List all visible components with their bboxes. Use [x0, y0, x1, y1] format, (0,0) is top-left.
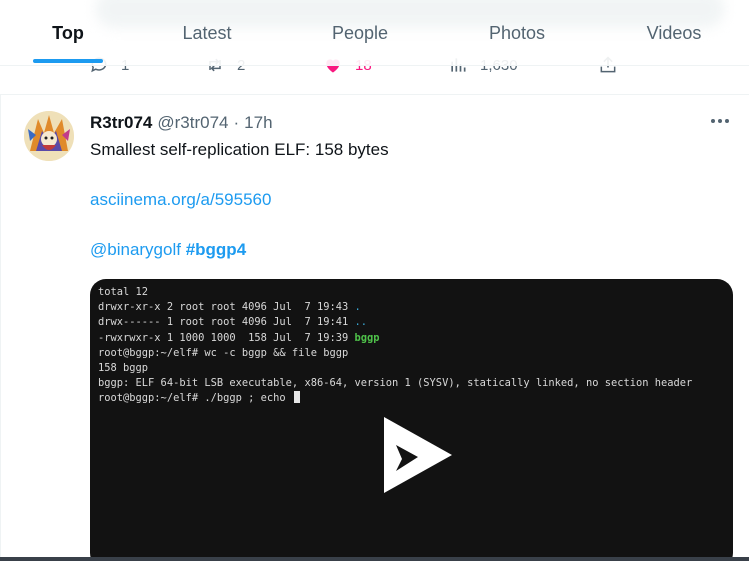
tweet-header: R3tr074 @r3tr074 · 17h	[90, 113, 273, 133]
avatar-image	[24, 111, 74, 161]
terminal-line: bggp: ELF 64-bit LSB executable, x86-64,…	[98, 377, 693, 390]
terminal-cursor	[293, 391, 300, 404]
tweet[interactable]: R3tr074 @r3tr074 · 17h Smallest self-rep…	[0, 95, 749, 561]
terminal-line: root@bggp:~/elf# ./bggp ; echo	[98, 392, 292, 405]
terminal-line: total 12	[98, 286, 149, 298]
terminal-line: drwxr-xr-x 2 root root 4096 Jul 7 19:43	[98, 301, 355, 314]
bottom-edge-bar	[0, 557, 749, 561]
more-dot	[725, 119, 729, 123]
terminal-dir-dotdot: ..	[354, 316, 367, 329]
terminal-line: -rwxrwxr-x 1 1000 1000 158 Jul 7 19:39	[98, 331, 355, 344]
tab-photos[interactable]: Photos	[467, 0, 567, 66]
asciinema-play-icon[interactable]	[382, 415, 454, 495]
tab-latest[interactable]: Latest	[158, 0, 256, 66]
terminal-line: root@bggp:~/elf# wc -c bggp && file bggp	[98, 346, 349, 359]
active-tab-indicator	[33, 59, 103, 63]
terminal-exec-file: bggp	[354, 331, 380, 344]
tweet-timestamp[interactable]: 17h	[244, 113, 272, 133]
tab-top[interactable]: Top	[22, 0, 114, 66]
tab-latest-label: Latest	[182, 22, 232, 43]
mention-link[interactable]: @binarygolf	[90, 240, 181, 259]
header-separator: ·	[233, 113, 240, 132]
tab-photos-label: Photos	[488, 22, 546, 43]
more-options-button[interactable]	[707, 111, 733, 131]
terminal-cut-line	[98, 279, 692, 285]
hashtag-link[interactable]: #bggp4	[186, 240, 246, 259]
tab-people[interactable]: People	[310, 0, 410, 66]
terminal-line: 158 bggp	[98, 362, 149, 375]
user-handle[interactable]: @r3tr074	[157, 113, 228, 133]
terminal-dir-dot: .	[354, 301, 361, 314]
more-dot	[718, 119, 722, 123]
tab-top-label: Top	[52, 22, 84, 43]
tweet-tags: @binarygolf #bggp4	[90, 240, 246, 260]
tab-videos-label: Videos	[646, 22, 702, 43]
tab-videos[interactable]: Videos	[624, 0, 724, 66]
tweet-link[interactable]: asciinema.org/a/595560	[90, 190, 271, 210]
terminal-output: total 12 drwxr-xr-x 2 root root 4096 Jul…	[98, 279, 692, 407]
avatar[interactable]	[24, 111, 74, 161]
tab-people-label: People	[331, 22, 389, 43]
more-dots-icon	[711, 119, 715, 123]
video-preview[interactable]: total 12 drwxr-xr-x 2 root root 4096 Jul…	[90, 279, 733, 561]
display-name[interactable]: R3tr074	[90, 113, 152, 133]
search-tabs-bar: Top Latest People Photos Videos	[0, 0, 749, 66]
tweet-text: Smallest self-replication ELF: 158 bytes	[90, 140, 389, 159]
terminal-line: drwx------ 1 root root 4096 Jul 7 19:41	[98, 316, 355, 329]
